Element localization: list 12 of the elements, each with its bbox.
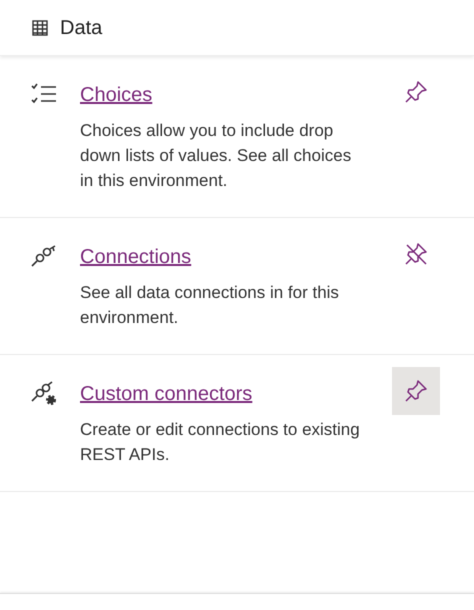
checklist-icon (30, 82, 58, 106)
panel-title: Data (60, 16, 102, 40)
item-title-link[interactable]: Custom connectors (80, 379, 252, 409)
plug-icon (30, 244, 58, 268)
plug-gear-icon (30, 381, 58, 407)
table-icon (32, 20, 48, 36)
item-description: Choices allow you to include drop down lists of values. See all choices in this environment. (80, 120, 352, 192)
item-title-link[interactable]: Choices (80, 80, 152, 110)
item-description: See all data connections in for this environment. (80, 282, 340, 329)
item-title-link[interactable]: Connections (80, 242, 192, 272)
item-description: Create or edit connections to existing REST APIs. (80, 419, 361, 466)
pin-button[interactable] (392, 367, 440, 415)
